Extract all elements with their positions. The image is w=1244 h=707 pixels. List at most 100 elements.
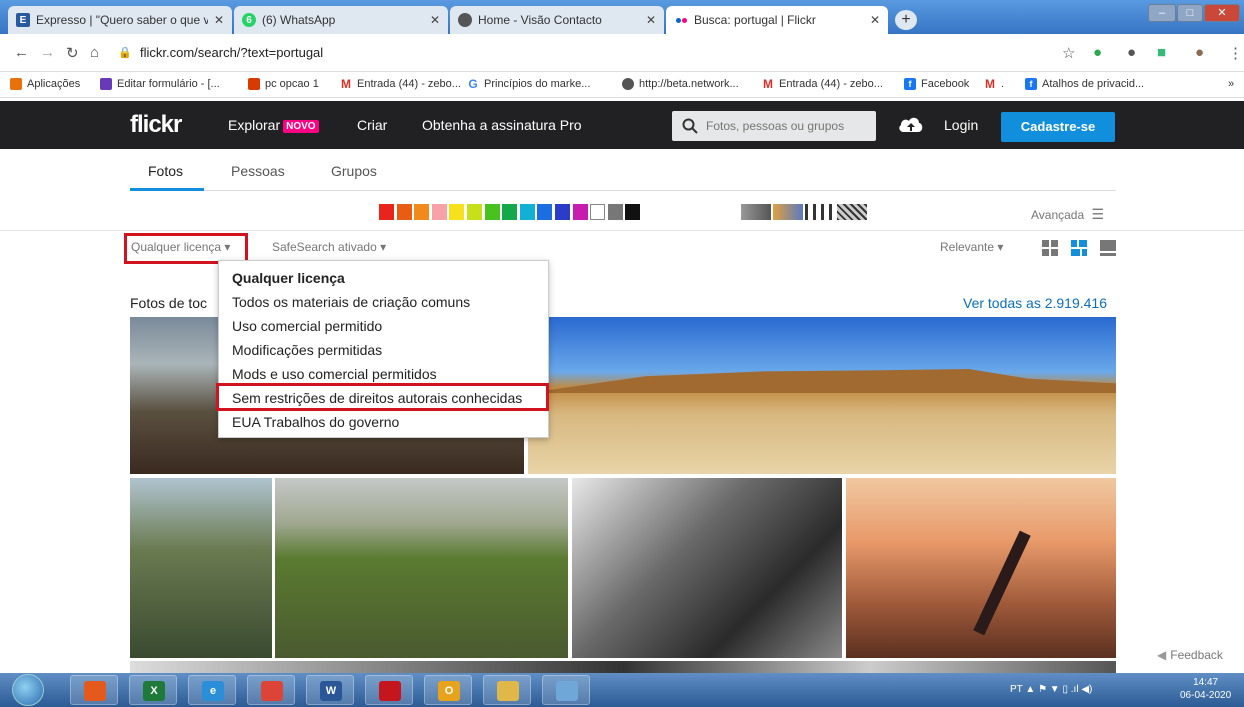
browser-tab-active[interactable]: Busca: portugal | Flickr ✕	[666, 6, 888, 34]
close-window-button[interactable]: ✕	[1204, 4, 1240, 22]
vintage-filter[interactable]	[773, 204, 803, 220]
nav-explore[interactable]: Explorar NOVO	[228, 117, 319, 133]
bookmark-item[interactable]: M Entrada (44) - zebo...	[762, 78, 883, 90]
reload-icon[interactable]: ↻	[66, 44, 79, 62]
login-link[interactable]: Login	[944, 117, 978, 133]
license-option[interactable]: Qualquer licença	[232, 270, 345, 286]
photo-thumbnail[interactable]	[130, 478, 272, 658]
extension-icon[interactable]: ■	[1157, 44, 1166, 61]
safesearch-filter[interactable]: SafeSearch ativado ▾	[272, 240, 386, 254]
browser-tab[interactable]: E Expresso | "Quero saber o que vi ✕	[8, 6, 232, 34]
taskbar-app-button[interactable]: e	[188, 675, 236, 705]
language-indicator[interactable]: PT	[1010, 684, 1023, 695]
license-option[interactable]: Todos os materiais de criação comuns	[232, 294, 470, 310]
bookmark-item[interactable]: http://beta.network...	[622, 78, 739, 90]
close-icon[interactable]: ✕	[870, 13, 880, 27]
extension-icon[interactable]: ●	[1127, 44, 1136, 61]
nav-create[interactable]: Criar	[357, 117, 387, 133]
advanced-filters-toggle[interactable]: Avançada ☰	[1031, 206, 1104, 223]
color-swatch[interactable]	[502, 204, 518, 220]
grid-justified-icon[interactable]	[1071, 240, 1087, 256]
bookmark-item[interactable]: f Atalhos de privacid...	[1025, 78, 1144, 90]
taskbar-app-button[interactable]: X	[129, 675, 177, 705]
home-icon[interactable]: ⌂	[90, 44, 99, 61]
photo-thumbnail[interactable]	[528, 317, 1116, 474]
taskbar-app-button[interactable]	[542, 675, 590, 705]
close-icon[interactable]: ✕	[646, 13, 656, 27]
sort-filter[interactable]: Relevante ▾	[940, 240, 1003, 254]
color-swatch[interactable]	[625, 204, 641, 220]
sliders-icon: ☰	[1091, 206, 1105, 222]
tab-photos[interactable]: Fotos	[148, 163, 183, 179]
bookmark-item[interactable]: f Facebook	[904, 78, 969, 90]
license-option[interactable]: Modificações permitidas	[232, 342, 382, 358]
new-tab-button[interactable]: +	[895, 10, 917, 30]
close-icon[interactable]: ✕	[430, 13, 440, 27]
texture-filter[interactable]	[837, 204, 867, 220]
photo-thumbnail[interactable]	[130, 661, 1116, 673]
color-swatch[interactable]	[519, 204, 535, 220]
upload-cloud-icon[interactable]	[898, 115, 924, 133]
taskbar-app-button[interactable]	[70, 675, 118, 705]
avatar[interactable]: ●	[1195, 44, 1204, 61]
license-option[interactable]: Uso comercial permitido	[232, 318, 382, 334]
clock[interactable]: 14:47 06-04-2020	[1180, 676, 1231, 702]
lock-icon: 🔒	[118, 47, 132, 59]
color-swatch[interactable]	[414, 204, 430, 220]
grid-large-icon[interactable]	[1100, 240, 1116, 256]
taskbar-app-button[interactable]: W	[306, 675, 354, 705]
pattern-filter[interactable]	[805, 204, 835, 220]
color-swatch[interactable]	[555, 204, 570, 220]
extension-icon[interactable]: ●	[1093, 44, 1102, 61]
taskbar-app-button[interactable]	[247, 675, 295, 705]
photo-thumbnail[interactable]	[846, 478, 1116, 658]
license-option[interactable]: EUA Trabalhos do governo	[232, 414, 399, 430]
color-swatch[interactable]	[590, 204, 606, 220]
search-input[interactable]	[706, 111, 872, 141]
bookmark-item[interactable]: G Princípios do marke...	[467, 78, 590, 90]
maximize-button[interactable]: □	[1177, 4, 1203, 22]
bookmark-item[interactable]: M Entrada (44) - zebo...	[340, 78, 461, 90]
browser-tab[interactable]: 6 (6) WhatsApp ✕	[234, 6, 448, 34]
close-icon[interactable]: ✕	[214, 13, 224, 27]
taskbar-app-button[interactable]	[365, 675, 413, 705]
color-swatch[interactable]	[379, 204, 394, 220]
taskbar-app-button[interactable]: O	[424, 675, 472, 705]
menu-icon[interactable]: ⋮	[1228, 44, 1243, 62]
color-swatch[interactable]	[431, 204, 447, 220]
color-swatch[interactable]	[396, 204, 412, 220]
tab-people[interactable]: Pessoas	[231, 163, 285, 179]
back-icon[interactable]: ←	[14, 44, 29, 61]
grid-small-icon[interactable]	[1042, 240, 1058, 256]
color-swatch[interactable]	[484, 204, 500, 220]
nav-get-pro[interactable]: Obtenha a assinatura Pro	[422, 117, 582, 133]
color-swatch[interactable]	[607, 204, 623, 220]
license-option[interactable]: Mods e uso comercial permitidos	[232, 366, 437, 382]
url-field[interactable]: flickr.com/search/?text=portugal	[140, 39, 1110, 67]
color-swatch[interactable]	[467, 204, 482, 220]
tray-icons[interactable]: ▲ ⚑ ▼ ▯ .ıl ◀)	[1025, 684, 1092, 695]
bookmark-item[interactable]: M.	[984, 78, 1004, 90]
taskbar-app-button[interactable]	[483, 675, 531, 705]
color-swatch[interactable]	[449, 204, 465, 220]
search-box[interactable]	[672, 111, 876, 141]
color-swatch[interactable]	[572, 204, 588, 220]
browser-tab[interactable]: Home - Visão Contacto ✕	[450, 6, 664, 34]
flickr-logo[interactable]: flickr	[130, 111, 182, 139]
photo-thumbnail[interactable]	[572, 478, 842, 658]
bookmark-item[interactable]: Editar formulário - [...	[100, 78, 220, 90]
bookmark-item[interactable]: Aplicações	[10, 78, 80, 90]
bookmark-item[interactable]: pc opcao 1	[248, 78, 319, 90]
tab-groups[interactable]: Grupos	[331, 163, 377, 179]
minimize-button[interactable]: –	[1148, 4, 1176, 22]
signup-button[interactable]: Cadastre-se	[1001, 112, 1115, 142]
bookmarks-overflow-button[interactable]: »	[1228, 78, 1234, 90]
start-button[interactable]	[12, 674, 44, 706]
color-swatch[interactable]	[537, 204, 553, 220]
grayscale-filter[interactable]	[741, 204, 771, 220]
forward-icon[interactable]: →	[40, 44, 55, 61]
photo-thumbnail[interactable]	[275, 478, 568, 658]
feedback-button[interactable]: ◀ Feedback	[1157, 648, 1223, 662]
see-all-link[interactable]: Ver todas as 2.919.416	[963, 295, 1107, 311]
star-icon[interactable]: ☆	[1062, 44, 1075, 62]
